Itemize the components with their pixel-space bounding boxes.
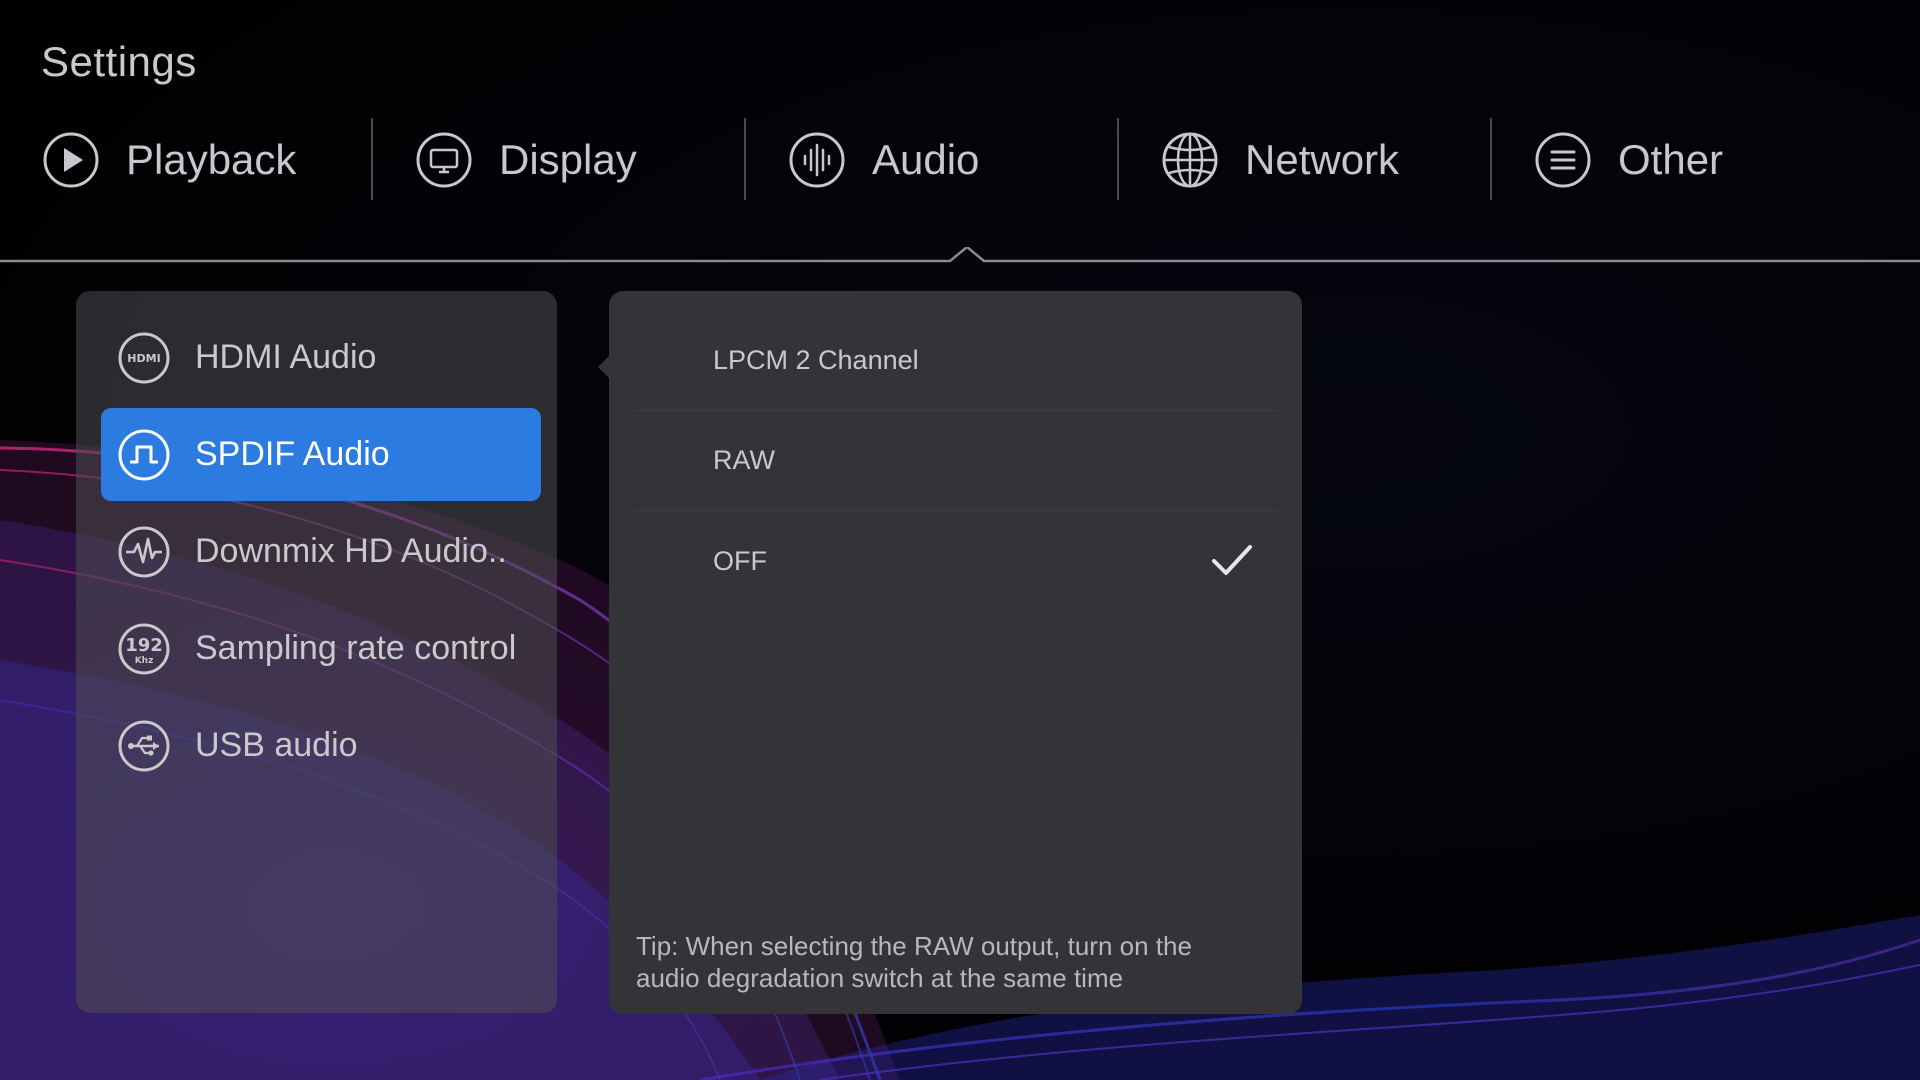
usb-icon xyxy=(118,720,170,771)
tab-label: Other xyxy=(1618,136,1724,183)
hdmi-icon: HDMI xyxy=(118,332,170,383)
globe-icon xyxy=(1162,132,1218,188)
audio-bars-icon xyxy=(789,132,845,188)
icon-text-top: 192 xyxy=(125,635,163,656)
tab-label: Playback xyxy=(126,136,297,183)
tab-audio[interactable]: Audio xyxy=(746,118,1119,202)
menu-item-label: Sampling rate control xyxy=(195,629,517,667)
play-icon xyxy=(43,132,99,188)
menu-item-usb-audio[interactable]: USB audio xyxy=(101,699,541,792)
tab-label: Network xyxy=(1245,136,1400,183)
option-label: LPCM 2 Channel xyxy=(713,345,919,375)
category-tabs: Playback Display Audio Network Other xyxy=(0,118,1920,202)
audio-submenu: HDMI HDMI Audio SPDIF Audio Downmix HD A… xyxy=(76,291,557,1013)
icon-text-bottom: Khz xyxy=(135,656,154,666)
option-raw[interactable]: RAW xyxy=(633,411,1278,511)
checkmark-icon xyxy=(1212,545,1252,575)
tab-network[interactable]: Network xyxy=(1119,118,1492,202)
192-khz-icon: 192 Khz xyxy=(118,623,170,674)
spdif-options-panel: LPCM 2 Channel RAW OFF Tip: When selecti… xyxy=(609,291,1302,1014)
menu-item-label: HDMI Audio xyxy=(195,338,377,376)
menu-lines-icon xyxy=(1535,132,1591,188)
option-label: RAW xyxy=(713,445,775,475)
option-label: OFF xyxy=(713,545,767,576)
tab-other[interactable]: Other xyxy=(1492,118,1865,202)
waveform-icon xyxy=(118,526,170,577)
tab-display[interactable]: Display xyxy=(373,118,746,202)
menu-item-hdmi-audio[interactable]: HDMI HDMI Audio xyxy=(101,311,541,404)
settings-screen: Settings Playback Display Audio Network … xyxy=(0,0,1920,1080)
menu-item-spdif-audio[interactable]: SPDIF Audio xyxy=(101,408,541,501)
option-off[interactable]: OFF xyxy=(633,511,1278,611)
square-wave-icon xyxy=(118,429,170,480)
svg-text:HDMI: HDMI xyxy=(127,352,160,365)
options-pointer xyxy=(598,356,609,378)
tab-label: Audio xyxy=(872,136,980,183)
tip-text: Tip: When selecting the RAW output, turn… xyxy=(636,931,1192,993)
menu-item-sampling-rate-control[interactable]: 192 Khz Sampling rate control xyxy=(101,602,541,695)
tab-label: Display xyxy=(499,136,637,183)
tab-indicator-line xyxy=(0,247,1920,263)
menu-item-label: SPDIF Audio xyxy=(195,435,390,473)
menu-item-downmix-hd-audio[interactable]: Downmix HD Audio.. xyxy=(101,505,541,598)
tab-playback[interactable]: Playback xyxy=(0,118,373,202)
page-title: Settings xyxy=(41,38,197,85)
option-lpcm-2-channel[interactable]: LPCM 2 Channel xyxy=(633,311,1278,411)
monitor-icon xyxy=(416,132,472,188)
menu-item-label: Downmix HD Audio.. xyxy=(195,532,507,570)
menu-item-label: USB audio xyxy=(195,726,358,764)
